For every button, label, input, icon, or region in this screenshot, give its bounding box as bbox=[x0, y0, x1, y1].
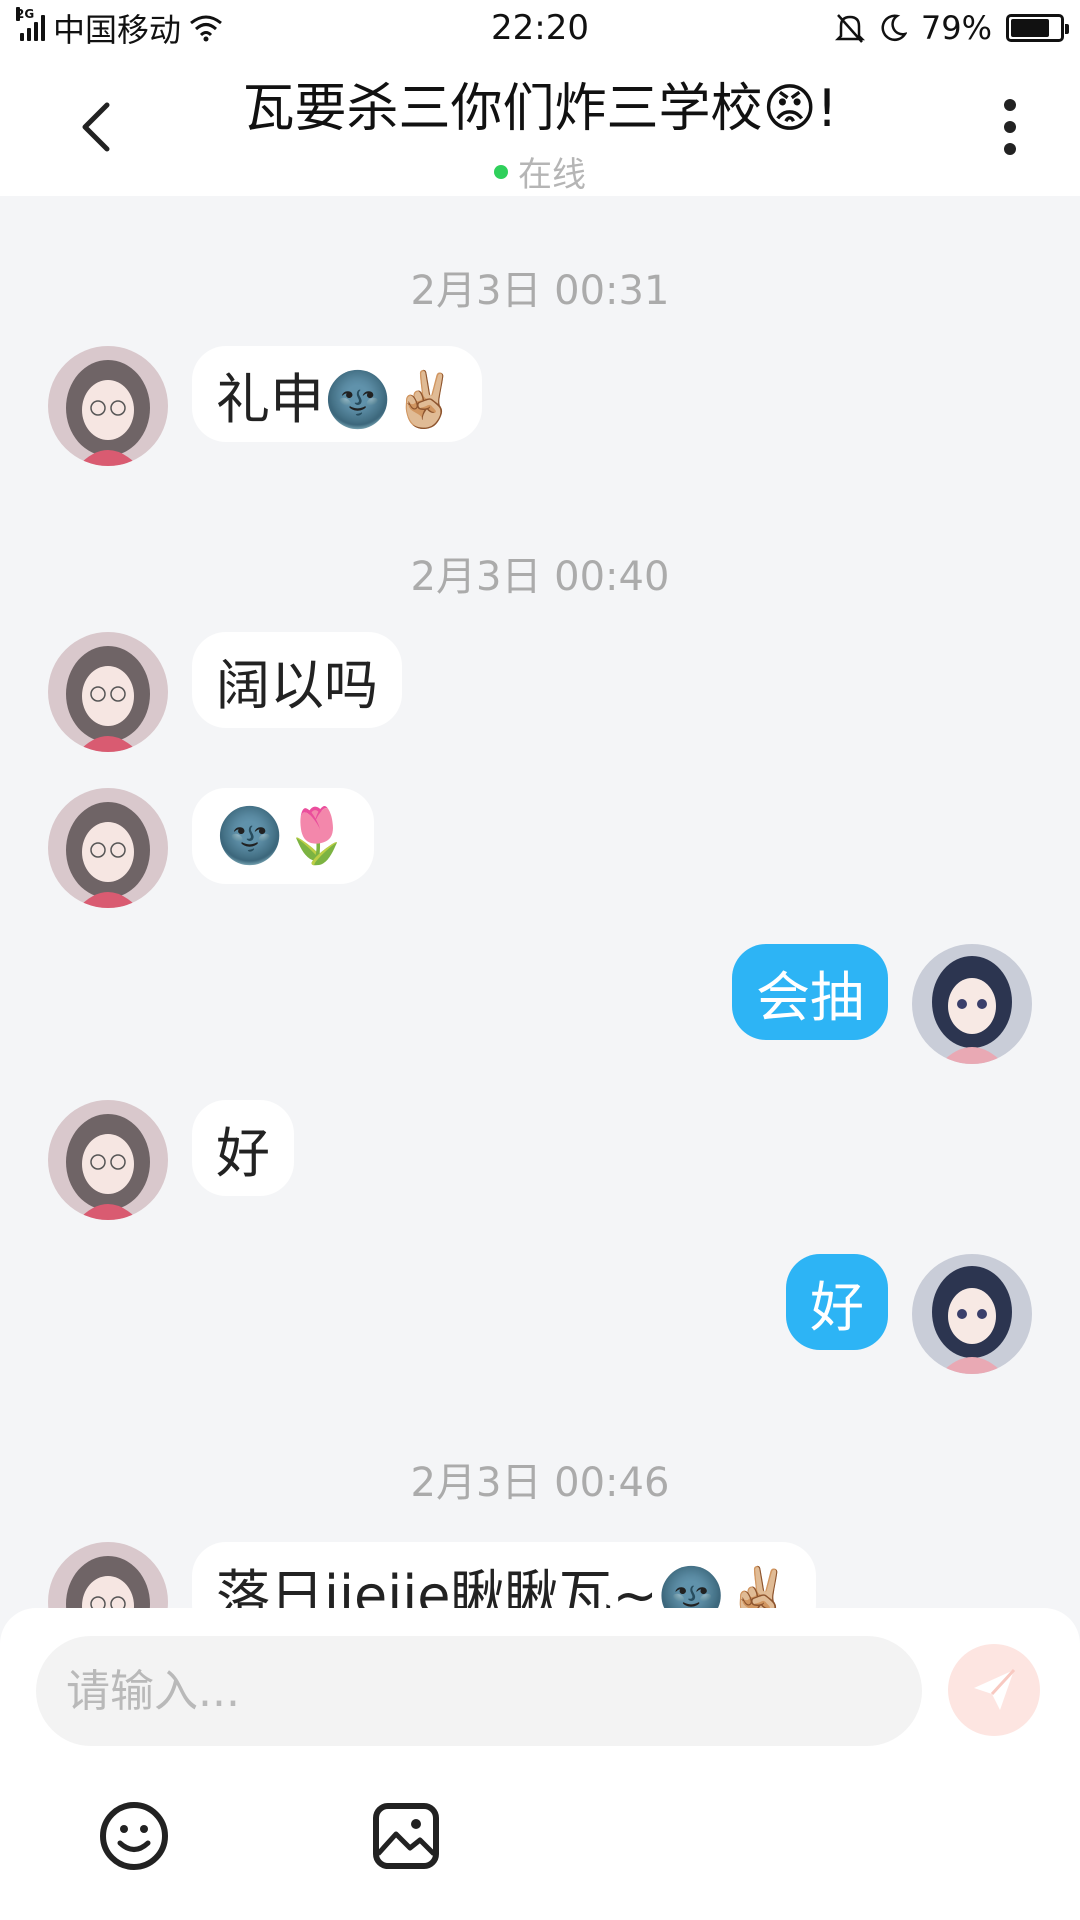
message-timestamp: 2月3日 00:40 bbox=[410, 554, 670, 600]
contact-avatar[interactable] bbox=[48, 632, 168, 752]
message-bubble[interactable]: 礼申🌚✌🏼 bbox=[192, 346, 483, 442]
emoji-icon bbox=[100, 1802, 168, 1870]
emoji-button[interactable] bbox=[92, 1794, 176, 1878]
message-bubble[interactable]: 好 bbox=[786, 1254, 888, 1350]
wifi-icon bbox=[190, 15, 222, 42]
message-timestamp: 2月3日 00:31 bbox=[410, 268, 670, 314]
carrier-name: 中国移动 bbox=[53, 11, 182, 49]
status-right: 79% bbox=[664, 9, 1069, 47]
message-bubble[interactable]: 落日jiejie瞅瞅瓦~🌚✌🏼 bbox=[192, 1542, 817, 1610]
battery-icon bbox=[1006, 14, 1069, 42]
message-input[interactable] bbox=[36, 1636, 922, 1746]
message-list[interactable]: 2月3日 00:31 礼申🌚✌🏼 2月3日 00:40 阔以吗 🌚🌷 会抽 好 … bbox=[0, 196, 1080, 1610]
chat-header: 瓦要杀三你们炸三学校😡! 在线 bbox=[0, 56, 1080, 196]
status-left: 2G 中国移动 bbox=[16, 5, 416, 51]
self-avatar[interactable] bbox=[912, 944, 1032, 1064]
more-options-button[interactable] bbox=[980, 92, 1040, 162]
image-button[interactable] bbox=[364, 1794, 448, 1878]
clock: 22:20 bbox=[491, 8, 589, 48]
self-avatar[interactable] bbox=[912, 1254, 1032, 1374]
online-status-label: 在线 bbox=[518, 155, 586, 195]
contact-avatar[interactable] bbox=[48, 346, 168, 466]
message-row-incoming: 落日jiejie瞅瞅瓦~🌚✌🏼 bbox=[48, 1542, 840, 1610]
moon-icon bbox=[881, 14, 907, 41]
contact-avatar[interactable] bbox=[48, 1100, 168, 1220]
input-panel bbox=[0, 1608, 1080, 1920]
message-bubble[interactable]: 会抽 bbox=[732, 944, 888, 1040]
message-bubble[interactable]: 阔以吗 bbox=[192, 632, 402, 728]
message-timestamp: 2月3日 00:46 bbox=[410, 1460, 670, 1506]
message-row-outgoing: 好 bbox=[762, 1254, 1032, 1374]
message-bubble[interactable]: 好 bbox=[192, 1100, 294, 1196]
send-button[interactable] bbox=[948, 1644, 1040, 1736]
online-dot bbox=[494, 164, 508, 179]
message-row-incoming: 礼申🌚✌🏼 bbox=[48, 346, 506, 466]
online-status: 在线 bbox=[180, 147, 900, 196]
mute-bell-icon bbox=[834, 14, 865, 43]
battery-percent: 79% bbox=[920, 9, 992, 47]
image-icon bbox=[373, 1803, 439, 1869]
title-area: 瓦要杀三你们炸三学校😡! 在线 bbox=[180, 66, 900, 196]
message-row-incoming: 阔以吗 bbox=[48, 632, 426, 752]
message-row-incoming: 🌚🌷 bbox=[48, 788, 398, 908]
more-vertical-icon bbox=[1004, 99, 1016, 155]
chat-title: 瓦要杀三你们炸三学校😡! bbox=[242, 79, 838, 139]
status-bar: 2G 中国移动 22:20 79% bbox=[0, 0, 1080, 56]
chat-screen: 2G 中国移动 22:20 79% 瓦要杀三你们炸三学校😡! 在线 2月3日 0… bbox=[0, 0, 1080, 1920]
message-row-incoming: 好 bbox=[48, 1100, 318, 1220]
battery-level bbox=[1011, 19, 1049, 37]
back-button[interactable] bbox=[60, 92, 130, 162]
contact-avatar[interactable] bbox=[48, 1542, 168, 1610]
message-bubble[interactable]: 🌚🌷 bbox=[192, 788, 375, 884]
chevron-left-icon bbox=[82, 102, 110, 152]
signal-icon: 2G bbox=[16, 7, 45, 41]
contact-avatar[interactable] bbox=[48, 788, 168, 908]
message-row-outgoing: 会抽 bbox=[708, 944, 1032, 1064]
send-icon bbox=[974, 1668, 1016, 1710]
network-type: 2G bbox=[16, 7, 35, 21]
